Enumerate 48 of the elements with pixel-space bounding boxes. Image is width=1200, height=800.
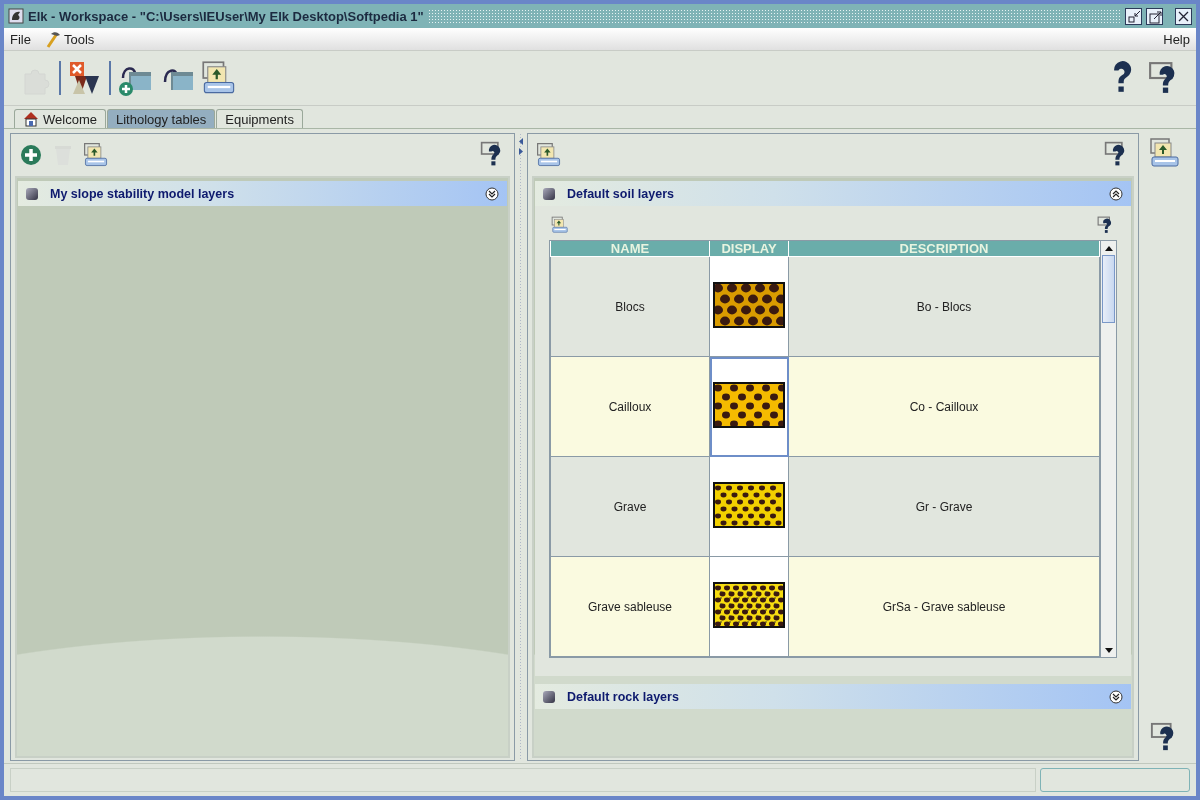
scroll-thumb[interactable] (1102, 255, 1115, 323)
table-cell: Grave sableuse (550, 556, 710, 657)
add-icon[interactable] (19, 143, 43, 167)
menu-item[interactable]: File (10, 31, 31, 47)
tab[interactable]: Welcome (14, 109, 106, 128)
table-cell: Blocs (550, 256, 710, 357)
section-title: Default rock layers (567, 689, 680, 704)
tab[interactable]: Lithology tables (106, 109, 216, 128)
splitter-arrows-icon[interactable] (518, 137, 524, 155)
minimize-button[interactable] (1125, 7, 1142, 25)
vertical-scrollbar[interactable] (1100, 241, 1116, 657)
knob-icon (543, 187, 555, 200)
pattern-swatch (713, 282, 785, 328)
section-header[interactable]: My slope stability model layers (18, 181, 507, 206)
export-icon[interactable] (551, 216, 569, 234)
scroll-up-icon[interactable] (1104, 245, 1113, 251)
collapse-icon[interactable] (1109, 186, 1123, 201)
export-icon[interactable] (83, 142, 109, 168)
pattern-swatch (713, 382, 785, 428)
hammer-icon (44, 30, 61, 48)
table-cell: Co - Cailloux (788, 356, 1100, 457)
section-title: My slope stability model layers (50, 186, 236, 201)
table-cell: GrSa - Grave sableuse (788, 556, 1100, 657)
table-cell: Bo - Blocs (788, 256, 1100, 357)
home-icon (23, 111, 39, 127)
window-title: Elk - Workspace - "C:\Users\IEUser\My Elk Desktop\Softpedia 1" (28, 8, 424, 24)
knob-icon (26, 187, 38, 200)
table-cell: Cailloux (550, 356, 710, 457)
export-icon[interactable] (201, 60, 237, 96)
menu-item[interactable]: Tools (63, 31, 95, 47)
maximize-button[interactable] (1146, 7, 1163, 25)
menu-item[interactable]: Help (1163, 31, 1190, 47)
expand-icon[interactable] (1109, 689, 1123, 704)
export-icon[interactable] (1148, 137, 1181, 169)
export-icon[interactable] (536, 142, 562, 168)
table-cell: Gr - Grave (788, 456, 1100, 557)
section-title: Default soil layers (567, 186, 675, 201)
close-button[interactable] (1175, 7, 1192, 25)
expand-icon[interactable] (485, 186, 499, 201)
app-icon (8, 8, 24, 24)
knob-icon (543, 690, 555, 703)
section-header[interactable]: Default rock layers (535, 684, 1131, 709)
pattern-swatch (713, 582, 785, 628)
scroll-down-icon[interactable] (1104, 647, 1113, 653)
table-cell: Grave (550, 456, 710, 557)
section-header[interactable]: Default soil layers (535, 181, 1131, 206)
tab[interactable]: Equipments (216, 109, 303, 128)
pattern-swatch (713, 482, 785, 528)
